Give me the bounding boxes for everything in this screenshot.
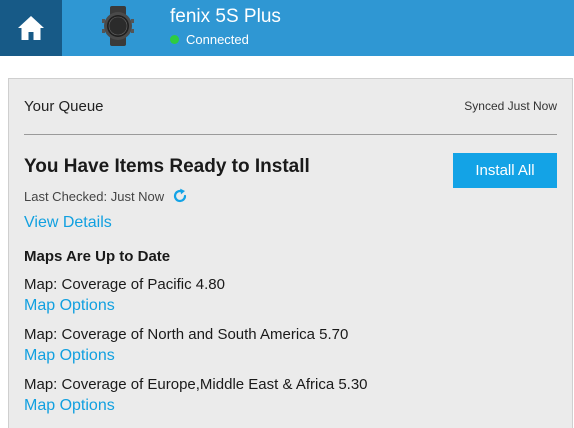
home-icon [18, 16, 44, 40]
map-name: Map: Coverage of Pacific 4.80 [24, 276, 225, 293]
map-options-link[interactable]: Map Options [24, 347, 348, 365]
sync-status: Synced Just Now [464, 99, 557, 113]
last-checked: Last Checked: Just Now [24, 188, 188, 204]
map-item: Map: Coverage of Europe,Middle East & Af… [24, 376, 368, 415]
home-button[interactable] [0, 0, 62, 56]
map-name: Map: Coverage of North and South America… [24, 326, 349, 343]
refresh-icon[interactable] [172, 188, 188, 204]
map-options-link[interactable]: Map Options [24, 397, 368, 415]
ready-heading: You Have Items Ready to Install [24, 156, 310, 177]
maps-heading: Maps Are Up to Date [24, 248, 171, 265]
queue-title: Your Queue [24, 98, 104, 115]
map-item: Map: Coverage of North and South America… [24, 326, 348, 365]
map-name: Map: Coverage of Europe,Middle East & Af… [24, 376, 368, 393]
smartwatch-icon [102, 6, 134, 46]
divider [24, 134, 557, 135]
install-all-button[interactable]: Install All [453, 153, 557, 188]
last-checked-label: Last Checked: Just Now [24, 188, 165, 204]
connection-status: Connected [170, 32, 249, 47]
view-details-link[interactable]: View Details [24, 214, 112, 232]
status-label: Connected [186, 32, 249, 47]
top-bar: fenix 5S Plus Connected [0, 0, 574, 56]
status-dot-icon [170, 35, 179, 44]
device-name: fenix 5S Plus [170, 6, 281, 27]
map-item: Map: Coverage of Pacific 4.80 Map Option… [24, 276, 225, 315]
map-options-link[interactable]: Map Options [24, 297, 225, 315]
